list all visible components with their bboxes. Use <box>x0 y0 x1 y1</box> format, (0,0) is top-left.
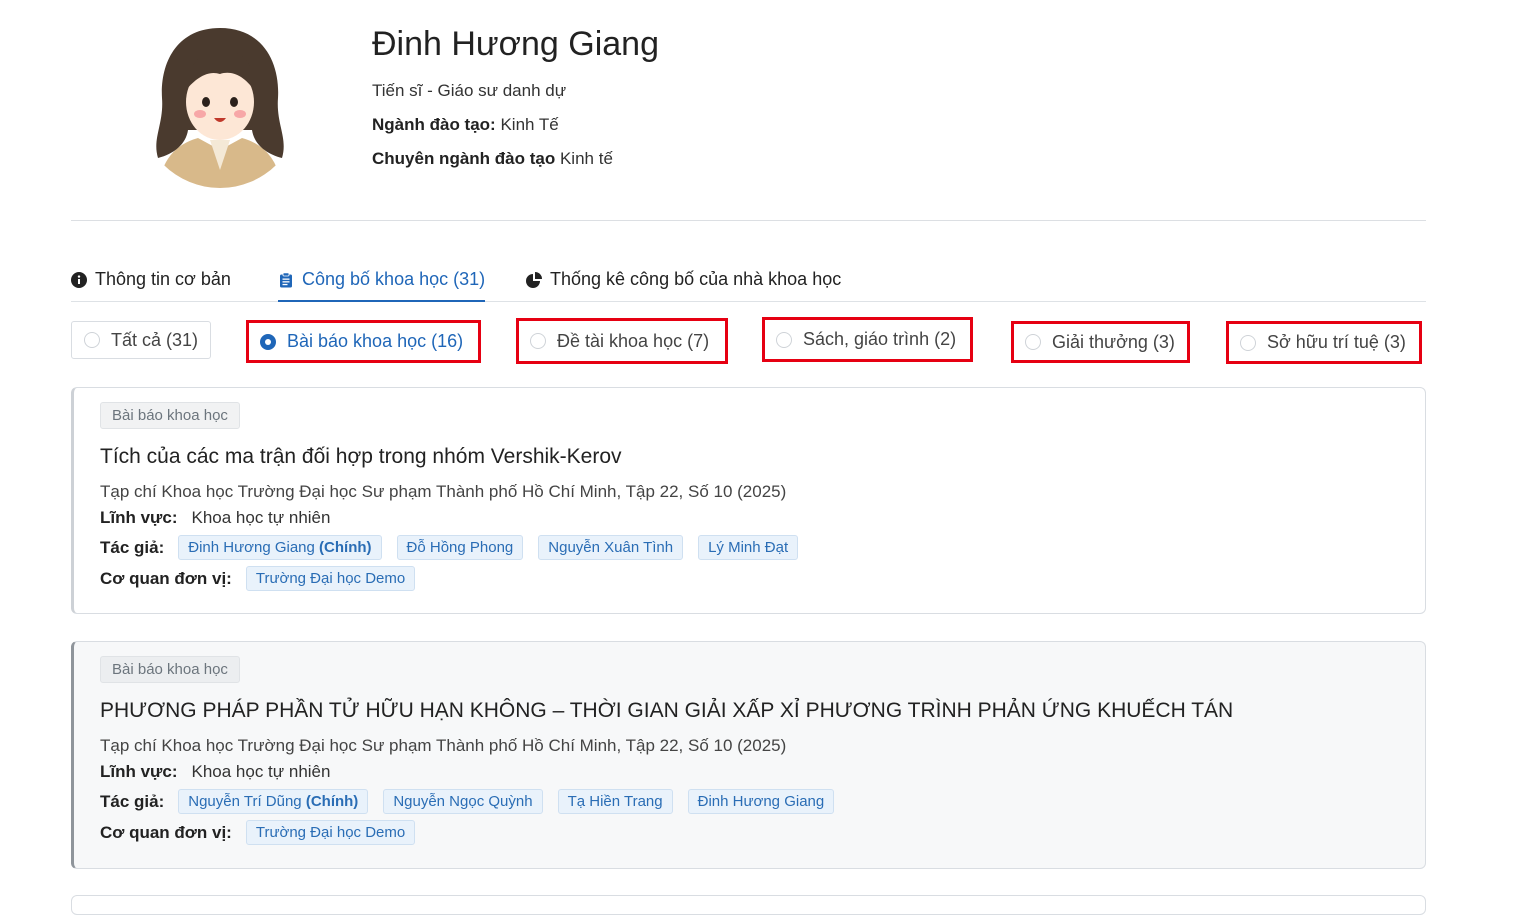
filter-articles[interactable]: Bài báo khoa học (16) <box>246 320 481 363</box>
filter-all[interactable]: Tất cả (31) <box>71 321 211 359</box>
main-author-marker: (Chính) <box>319 539 372 556</box>
radio-checked-icon <box>260 333 276 350</box>
publication-type-badge: Bài báo khoa học <box>100 656 240 683</box>
tab-publications-label: Công bố khoa học (31) <box>302 269 486 289</box>
org-tag[interactable]: Trường Đại học Demo <box>245 566 416 591</box>
author-tag[interactable]: Lý Minh Đạt <box>698 535 799 560</box>
profile-degree: Tiến sĩ - Giáo sư danh dự <box>372 81 567 100</box>
profile-divider <box>71 220 1426 221</box>
author-name: Đinh Hương Giang <box>188 539 315 556</box>
publication-org-row: Cơ quan đơn vị: Trường Đại học Demo <box>100 566 1399 591</box>
publication-journal: Tạp chí Khoa học Trường Đại học Sư phạm … <box>100 736 787 755</box>
publication-card-partial <box>71 895 1426 915</box>
filter-ip-label: Sở hữu trí tuệ (3) <box>1267 332 1406 352</box>
tab-basic-info-label: Thông tin cơ bản <box>95 269 231 289</box>
profile-major-value: Kinh tế <box>559 149 613 168</box>
profile-major-label: Chuyên ngành đào tạo <box>372 149 556 168</box>
pie-chart-icon <box>526 271 542 288</box>
org-tag[interactable]: Trường Đại học Demo <box>245 820 416 845</box>
authors-label: Tác giả: <box>100 537 165 557</box>
publication-title[interactable]: Tích của các ma trận đối hợp trong nhóm … <box>100 443 1399 471</box>
publication-title[interactable]: PHƯƠNG PHÁP PHẦN TỬ HỮU HẠN KHÔNG – THỜI… <box>100 697 1399 725</box>
org-label: Cơ quan đơn vị: <box>100 822 232 842</box>
publication-card: Bài báo khoa học Tích của các ma trận đố… <box>71 387 1426 614</box>
author-tag[interactable]: Nguyễn Xuân Tình <box>538 535 684 560</box>
profile-field-label: Ngành đào tạo: <box>372 115 496 134</box>
publication-field: Khoa học tự nhiên <box>191 508 331 527</box>
publication-authors-row: Tác giả: Nguyễn Trí Dũng (Chính) Nguyễn … <box>100 789 1399 814</box>
author-tag[interactable]: Đỗ Hồng Phong <box>396 535 524 560</box>
publication-field: Khoa học tự nhiên <box>191 762 331 781</box>
main-author-marker: (Chính) <box>305 793 359 810</box>
filter-projects-label: Đề tài khoa học (7) <box>557 330 710 351</box>
radio-icon <box>776 331 792 348</box>
publication-journal: Tạp chí Khoa học Trường Đại học Sư phạm … <box>100 482 787 501</box>
filter-books-label: Sách, giáo trình (2) <box>803 329 957 349</box>
profile-field-value: Kinh Tế <box>500 115 559 134</box>
publication-authors-row: Tác giả: Đinh Hương Giang (Chính) Đỗ Hồn… <box>100 535 1399 560</box>
avatar-illustration <box>140 28 300 188</box>
profile-info: Đinh Hương Giang Tiến sĩ - Giáo sư danh … <box>372 22 659 182</box>
publication-org-row: Cơ quan đơn vị: Trường Đại học Demo <box>100 820 1399 845</box>
org-label: Cơ quan đơn vị: <box>100 568 232 588</box>
author-tag[interactable]: Đinh Hương Giang <box>687 789 835 814</box>
field-label: Lĩnh vực: <box>100 762 178 781</box>
radio-icon <box>84 332 100 348</box>
author-tag[interactable]: Nguyễn Ngọc Quỳnh <box>383 789 543 814</box>
author-tag[interactable]: Nguyễn Trí Dũng (Chính) <box>178 789 369 814</box>
profile-major: Chuyên ngành đào tạo Kinh tế <box>372 148 659 170</box>
author-tag[interactable]: Tạ Hiền Trang <box>557 789 673 814</box>
author-name: Nguyễn Trí Dũng <box>188 793 302 810</box>
author-tag[interactable]: Đinh Hương Giang (Chính) <box>178 535 382 560</box>
radio-icon <box>530 333 546 349</box>
filter-awards[interactable]: Giải thưởng (3) <box>1011 321 1190 363</box>
filter-all-label: Tất cả (31) <box>111 329 199 350</box>
radio-icon <box>1240 334 1256 351</box>
publication-field-row: Lĩnh vực: Khoa học tự nhiên <box>100 761 1399 783</box>
clipboard-list-icon <box>280 271 292 287</box>
tab-publications[interactable]: Công bố khoa học (31) <box>278 258 486 302</box>
tab-statistics-label: Thống kê công bố của nhà khoa học <box>550 269 842 289</box>
filter-articles-label: Bài báo khoa học (16) <box>287 331 464 351</box>
filter-awards-label: Giải thưởng (3) <box>1052 331 1175 352</box>
publication-card: Bài báo khoa học PHƯƠNG PHÁP PHẦN TỬ HỮU… <box>71 641 1426 869</box>
authors-label: Tác giả: <box>100 791 165 811</box>
avatar <box>140 20 300 192</box>
filter-projects[interactable]: Đề tài khoa học (7) <box>516 318 728 364</box>
profile-name: Đinh Hương Giang <box>372 25 659 63</box>
publication-field-row: Lĩnh vực: Khoa học tự nhiên <box>100 507 1399 529</box>
radio-icon <box>1025 334 1041 350</box>
tab-bar: Thông tin cơ bản Công bố khoa học (31) T… <box>71 258 1426 302</box>
tab-basic-info[interactable]: Thông tin cơ bản <box>71 258 231 301</box>
field-label: Lĩnh vực: <box>100 508 178 527</box>
filter-ip[interactable]: Sở hữu trí tuệ (3) <box>1226 321 1422 364</box>
filter-books[interactable]: Sách, giáo trình (2) <box>762 317 973 362</box>
info-icon <box>71 271 87 288</box>
profile-field: Ngành đào tạo: Kinh Tế <box>372 114 659 136</box>
tab-statistics[interactable]: Thống kê công bố của nhà khoa học <box>526 258 841 301</box>
publication-type-badge: Bài báo khoa học <box>100 402 240 429</box>
